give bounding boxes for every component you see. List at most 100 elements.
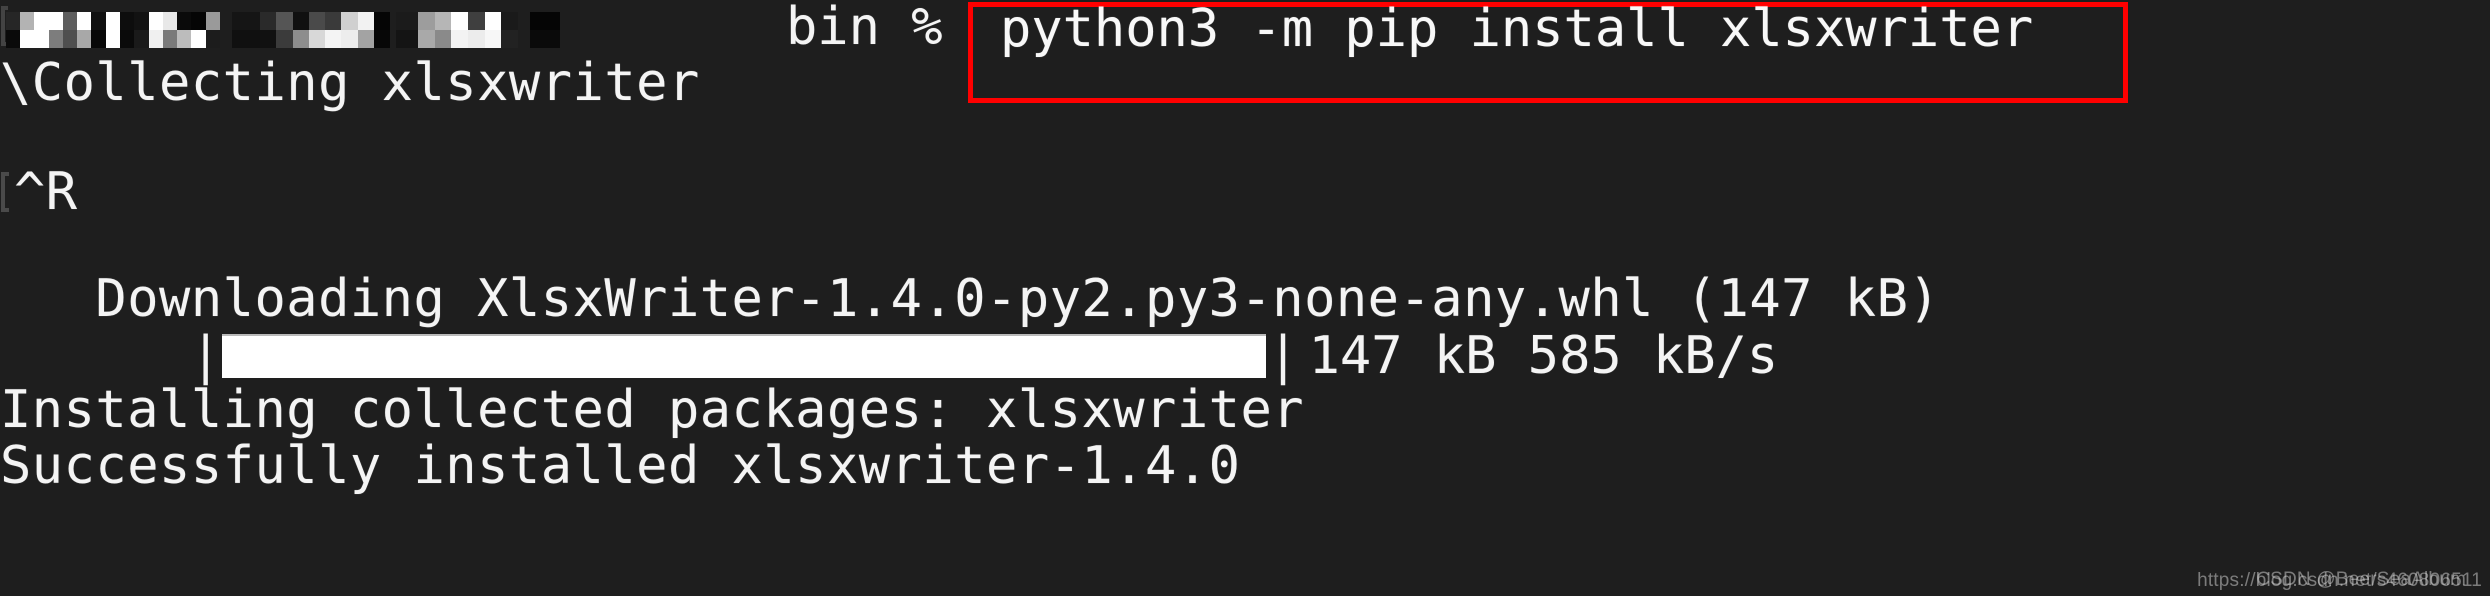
mosaic-cell	[396, 12, 418, 30]
mosaic-cell	[276, 12, 293, 30]
progress-right-pipe: |	[1267, 326, 1299, 386]
mosaic-block	[6, 12, 20, 48]
prompt-path-tail: bin %	[786, 0, 943, 57]
mosaic-cell	[467, 30, 485, 48]
mosaic-cell	[134, 12, 149, 30]
mosaic-cell	[77, 30, 92, 48]
mosaic-cell	[148, 30, 163, 48]
mosaic-block-row	[396, 12, 418, 30]
mosaic-cell	[105, 30, 120, 48]
mosaic-block-row	[418, 12, 518, 30]
progress-bar-fill	[222, 334, 1267, 378]
mosaic-cell	[232, 12, 260, 30]
mosaic-block-row	[396, 30, 418, 48]
download-progress-row: | | 147 kB 585 kB/s	[0, 325, 1778, 387]
mosaic-cell	[191, 12, 206, 30]
mosaic-block	[418, 12, 518, 48]
mosaic-cell	[292, 12, 309, 30]
mosaic-cell	[148, 12, 163, 30]
mosaic-cell	[308, 30, 325, 48]
mosaic-block-row	[6, 12, 20, 30]
mosaic-cell	[205, 30, 220, 48]
mosaic-block-row	[232, 12, 260, 30]
output-line-ctrl-r: ^R	[14, 162, 78, 222]
mosaic-cell	[292, 30, 309, 48]
mosaic-block	[232, 12, 260, 48]
mosaic-block	[396, 12, 418, 48]
mosaic-block-row	[530, 30, 560, 48]
mosaic-cell	[260, 12, 277, 30]
mosaic-cell	[501, 30, 518, 48]
mosaic-block-row	[418, 30, 518, 48]
mosaic-cell	[357, 30, 374, 48]
mosaic-block-row	[530, 12, 560, 30]
mosaic-cell	[91, 12, 106, 30]
mosaic-cell	[91, 30, 106, 48]
mosaic-cell	[20, 30, 35, 48]
mosaic-cell	[232, 30, 260, 48]
mosaic-cell	[530, 12, 560, 30]
mosaic-cell	[105, 12, 120, 30]
mosaic-cell	[325, 30, 342, 48]
mosaic-cell	[77, 12, 92, 30]
mosaic-cell	[34, 12, 49, 30]
mosaic-cell	[418, 12, 435, 30]
mosaic-cell	[308, 12, 325, 30]
mosaic-cell	[191, 30, 206, 48]
mosaic-cell	[62, 12, 78, 30]
mosaic-cell	[134, 30, 149, 48]
mosaic-cell	[34, 30, 49, 48]
terminal-window[interactable]: bin % python3 -m pip install xlsxwriter …	[0, 0, 2490, 596]
mosaic-block-row	[6, 30, 20, 48]
mosaic-cell	[6, 30, 20, 48]
watermark: https://blog.csdn.net/s460806511 CSDN @B…	[2012, 558, 2482, 592]
mosaic-cell	[119, 30, 135, 48]
mosaic-cell	[325, 12, 342, 30]
mosaic-cell	[48, 30, 63, 48]
mosaic-cell	[205, 12, 220, 30]
mosaic-block-row	[260, 12, 390, 30]
mosaic-block-row	[260, 30, 390, 48]
mosaic-cell	[373, 30, 390, 48]
mosaic-cell	[62, 30, 78, 48]
mosaic-cell	[162, 12, 178, 30]
output-line-downloading: Downloading XlsxWriter-1.4.0-py2.py3-non…	[0, 269, 1941, 329]
output-line-collecting: \Collecting xlsxwriter	[0, 53, 700, 113]
watermark-author: CSDN @BeerSeaAlbum	[2256, 569, 2466, 590]
mosaic-block	[20, 12, 220, 48]
mosaic-cell	[119, 12, 135, 30]
mosaic-cell	[434, 12, 452, 30]
mosaic-cell	[177, 12, 192, 30]
progress-bar-track	[222, 334, 1267, 378]
mosaic-block-row	[20, 12, 220, 30]
mosaic-cell	[341, 12, 358, 30]
mosaic-cell	[396, 30, 418, 48]
mosaic-cell	[6, 12, 20, 30]
mosaic-cell	[177, 30, 192, 48]
mosaic-block-row	[20, 30, 220, 48]
mosaic-cell	[451, 30, 468, 48]
mosaic-cell	[451, 12, 468, 30]
mosaic-cell	[373, 12, 390, 30]
mosaic-cell	[418, 30, 435, 48]
mosaic-cell	[501, 12, 518, 30]
progress-stats-text: 147 kB 585 kB/s	[1308, 326, 1779, 386]
mosaic-cell	[20, 12, 35, 30]
mosaic-cell	[260, 30, 277, 48]
progress-left-pipe: |	[190, 326, 222, 386]
mosaic-cell	[276, 30, 293, 48]
mosaic-cell	[484, 30, 502, 48]
mosaic-block-row	[232, 30, 260, 48]
mosaic-cell	[162, 30, 178, 48]
output-line-installing: Installing collected packages: xlsxwrite…	[0, 380, 1305, 440]
mosaic-cell	[484, 12, 502, 30]
mosaic-cell	[467, 12, 485, 30]
mosaic-cell	[357, 12, 374, 30]
typed-command[interactable]: python3 -m pip install xlsxwriter	[1000, 0, 2033, 58]
mosaic-cell	[48, 12, 63, 30]
mosaic-cell	[530, 30, 560, 48]
mosaic-block	[530, 12, 560, 48]
mosaic-cell	[434, 30, 452, 48]
output-line-success: Successfully installed xlsxwriter-1.4.0	[0, 436, 1241, 496]
mosaic-block	[260, 12, 390, 48]
